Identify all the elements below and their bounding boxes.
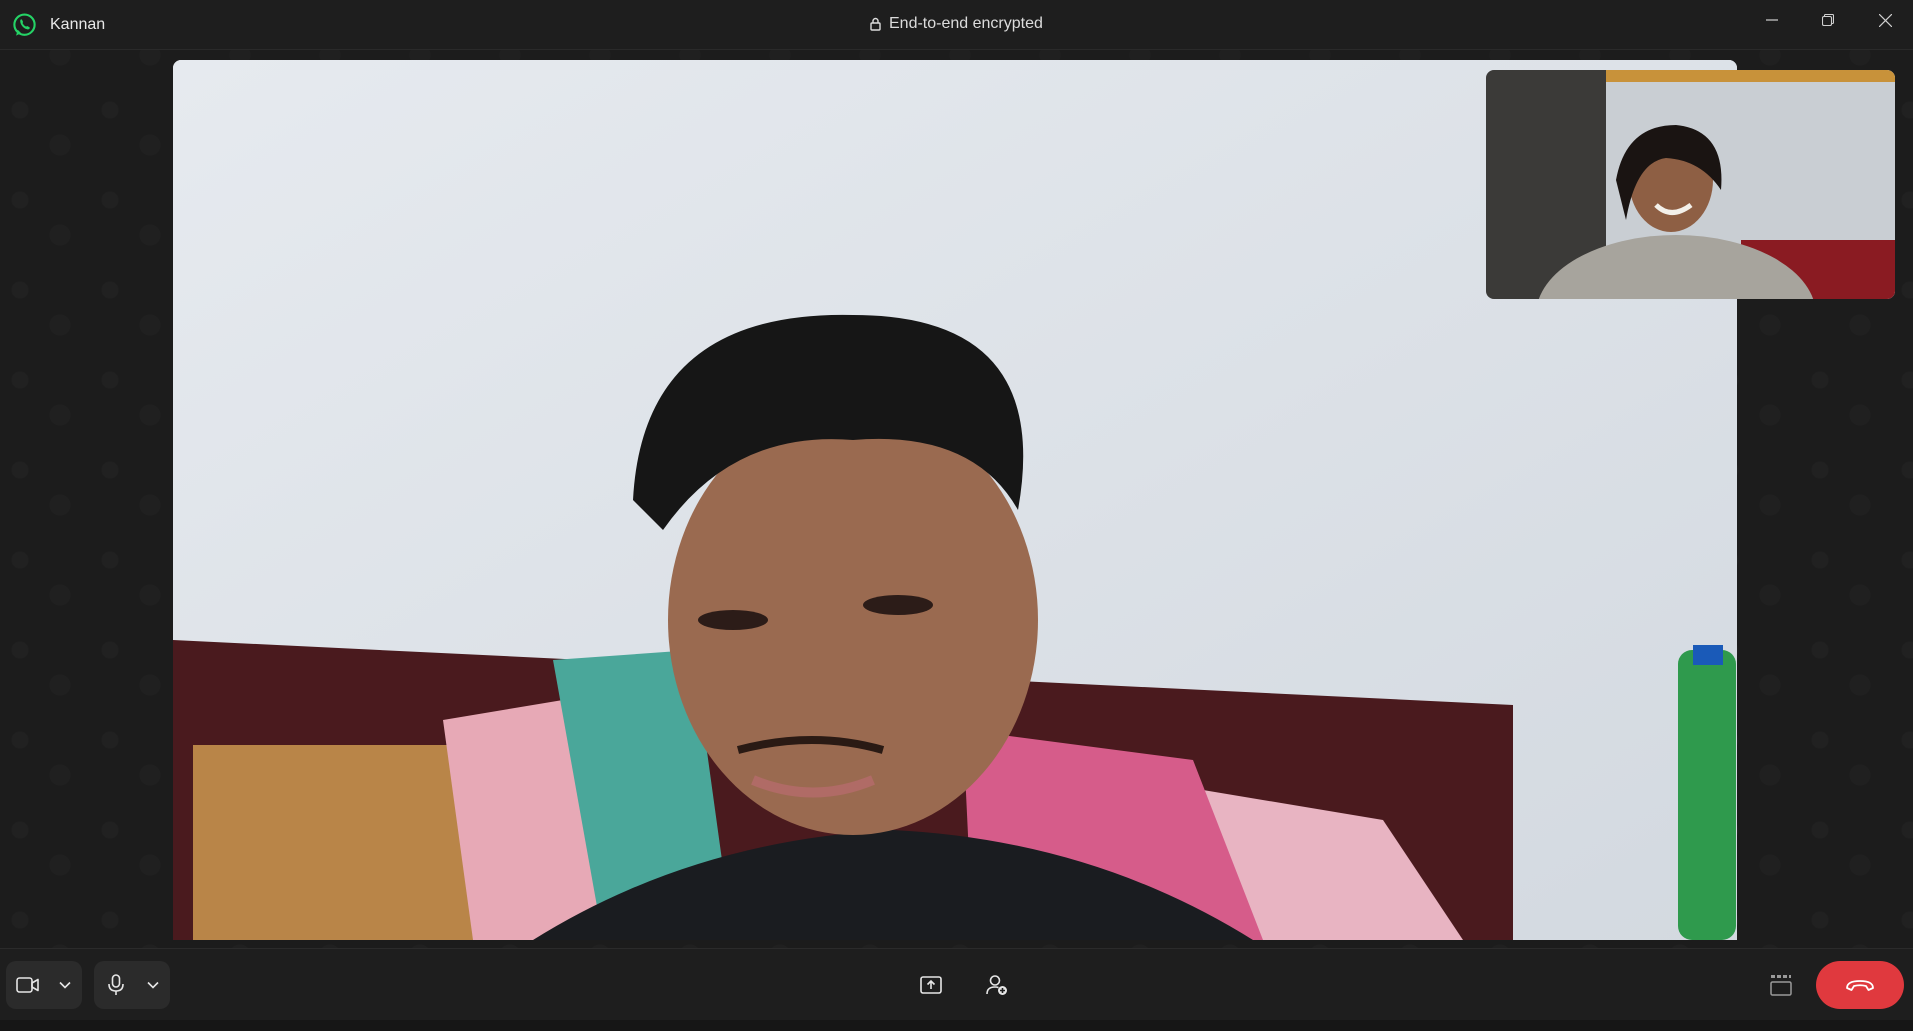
camera-control — [6, 961, 82, 1009]
layout-button[interactable] — [1757, 961, 1805, 1009]
title-bar: Kannan End-to-end encrypted — [0, 0, 1913, 50]
contact-name: Kannan — [50, 16, 106, 33]
lock-icon — [870, 17, 881, 31]
restore-icon — [1822, 14, 1834, 26]
end-call-button[interactable] — [1816, 961, 1904, 1009]
add-participant-icon — [986, 975, 1007, 995]
chevron-down-icon — [59, 981, 71, 989]
minimize-button[interactable] — [1744, 0, 1800, 40]
call-window: Kannan End-to-end encrypted — [0, 0, 1913, 1031]
microphone-control — [94, 961, 170, 1009]
minimize-icon — [1766, 19, 1778, 21]
camera-options-button[interactable] — [50, 961, 80, 1009]
close-button[interactable] — [1857, 0, 1913, 40]
encryption-status: End-to-end encrypted — [870, 15, 1043, 33]
encryption-label: End-to-end encrypted — [889, 15, 1043, 32]
chevron-down-icon — [147, 981, 159, 989]
microphone-options-button[interactable] — [138, 961, 168, 1009]
call-controls-bar — [0, 948, 1913, 1020]
add-participant-button[interactable] — [973, 961, 1021, 1009]
microphone-toggle-button[interactable] — [94, 961, 138, 1009]
self-view-video[interactable] — [1486, 70, 1895, 299]
camera-toggle-button[interactable] — [6, 961, 50, 1009]
video-camera-icon — [16, 977, 39, 993]
microphone-icon — [108, 974, 124, 995]
close-icon — [1878, 13, 1892, 27]
screen-share-button[interactable] — [907, 961, 955, 1009]
layout-grid-icon — [1770, 975, 1792, 996]
screen-share-icon — [920, 976, 942, 994]
taskbar-edge — [0, 1020, 1913, 1031]
whatsapp-logo-icon — [13, 13, 36, 36]
self-view-frame — [1486, 70, 1895, 299]
end-call-icon — [1846, 980, 1874, 991]
restore-button[interactable] — [1800, 0, 1856, 40]
